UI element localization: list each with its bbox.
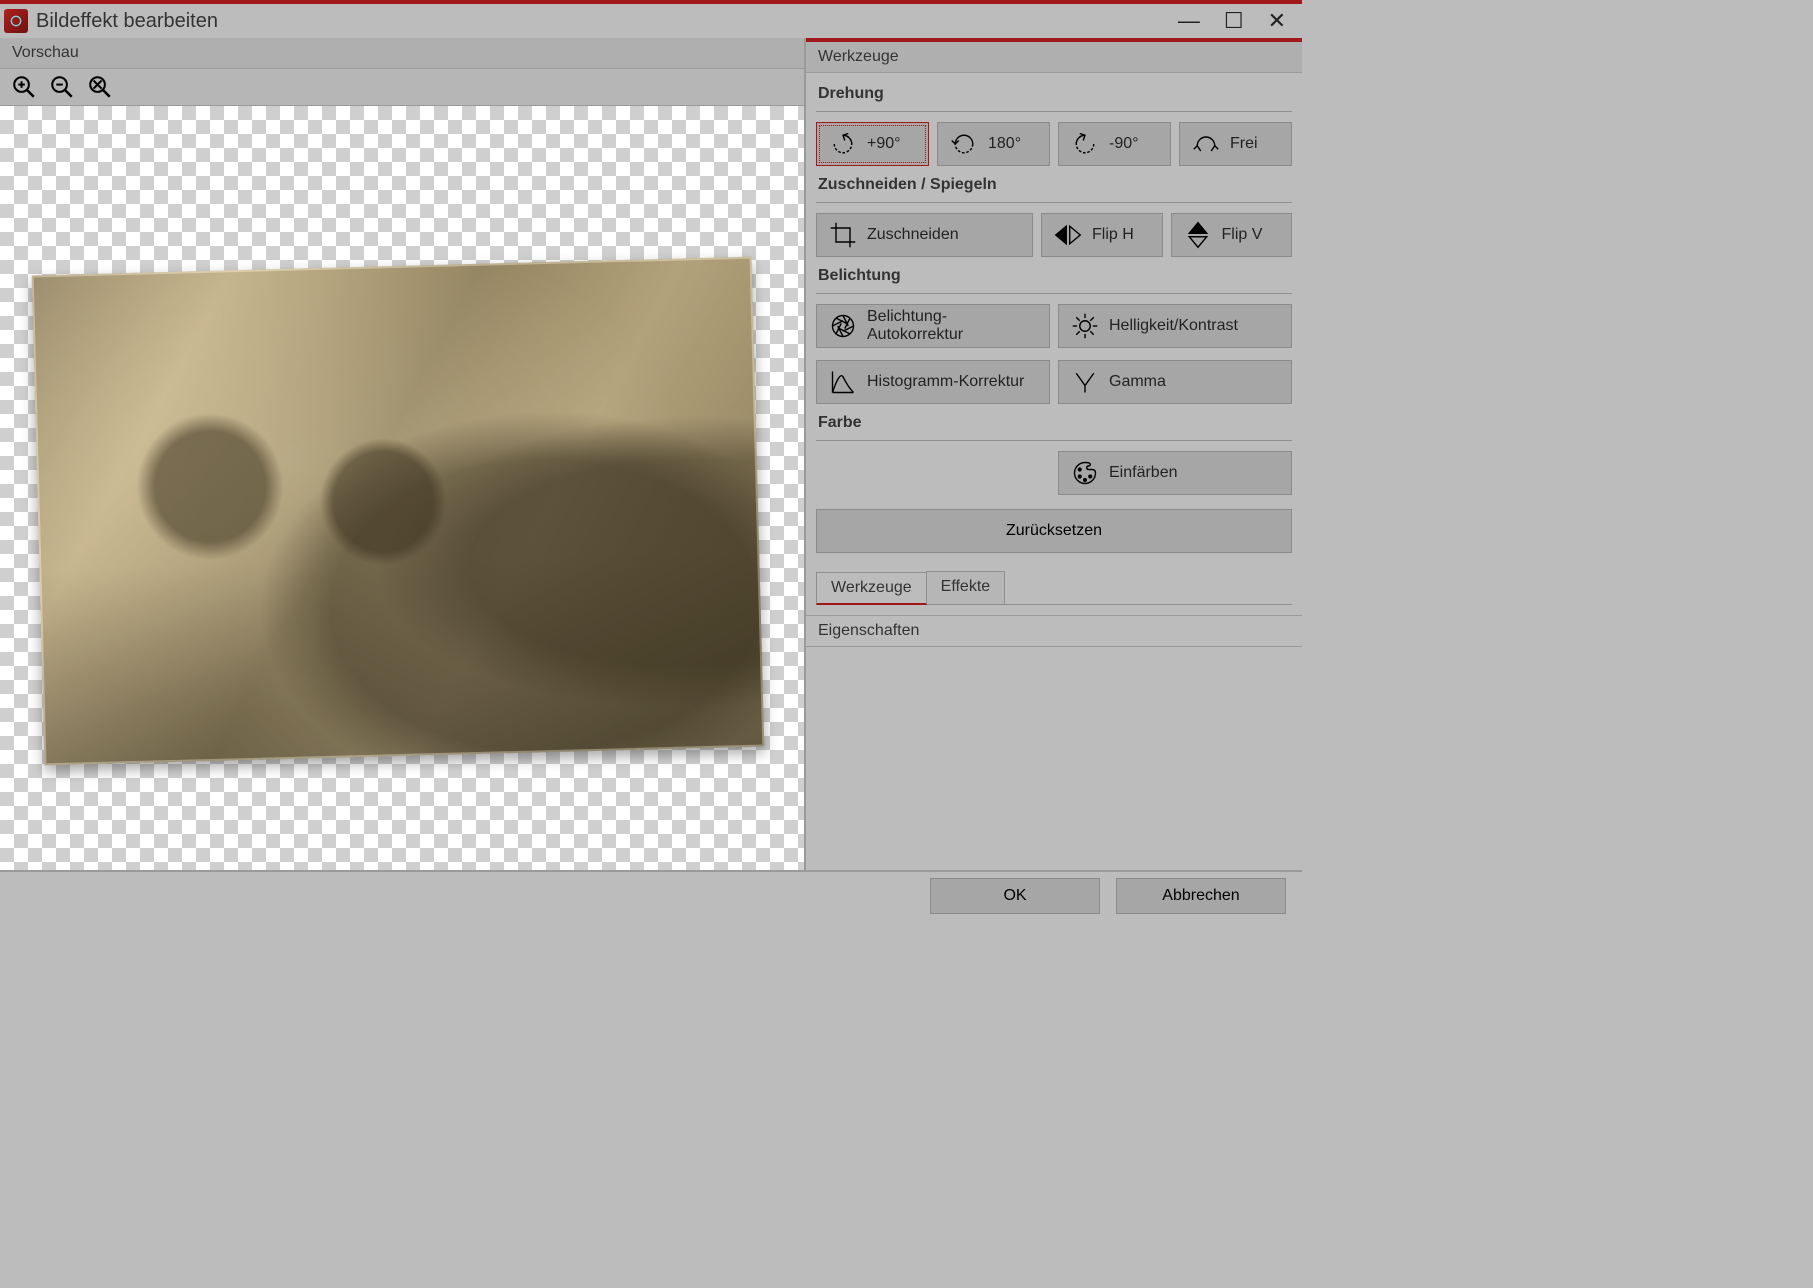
exposure-auto-button[interactable]: Belichtung-Autokorrektur <box>816 304 1050 348</box>
cancel-button[interactable]: Abbrechen <box>1116 878 1286 914</box>
rotate-minus90-button[interactable]: -90° <box>1058 122 1171 166</box>
palette-icon <box>1071 459 1099 487</box>
brightness-button[interactable]: Helligkeit/Kontrast <box>1058 304 1292 348</box>
preview-header: Vorschau <box>0 38 804 69</box>
crop-button[interactable]: Zuschneiden <box>816 213 1033 257</box>
flip-h-button[interactable]: Flip H <box>1041 213 1163 257</box>
brightness-label: Helligkeit/Kontrast <box>1109 317 1238 335</box>
flip-v-label: Flip V <box>1222 226 1263 244</box>
rotate-plus90-label: +90° <box>867 135 901 153</box>
tab-tools-label: Werkzeuge <box>831 579 912 596</box>
rotate-cw-icon <box>829 130 857 158</box>
gamma-button[interactable]: Gamma <box>1058 360 1292 404</box>
app-icon <box>4 9 28 33</box>
minimize-icon[interactable]: — <box>1178 10 1200 32</box>
histogram-label: Histogramm-Korrektur <box>867 373 1024 391</box>
window-title: Bildeffekt bearbeiten <box>36 10 1178 33</box>
preview-panel: Vorschau <box>0 38 804 870</box>
crop-icon <box>829 221 857 249</box>
rotate-free-icon <box>1192 130 1220 158</box>
flip-v-button[interactable]: Flip V <box>1171 213 1293 257</box>
sun-icon <box>1071 312 1099 340</box>
divider <box>816 440 1292 441</box>
flip-h-label: Flip H <box>1092 226 1134 244</box>
ok-label: OK <box>1003 887 1026 905</box>
maximize-icon[interactable]: ☐ <box>1224 10 1244 32</box>
tint-label: Einfärben <box>1109 464 1178 482</box>
ok-button[interactable]: OK <box>930 878 1100 914</box>
flip-h-icon <box>1054 221 1082 249</box>
cancel-label: Abbrechen <box>1162 887 1239 905</box>
zoom-toolbar <box>0 69 804 106</box>
tab-effects-label: Effekte <box>941 578 991 595</box>
close-icon[interactable]: ✕ <box>1268 10 1286 32</box>
rotate-plus90-button[interactable]: +90° <box>816 122 929 166</box>
rotate-180-icon <box>950 130 978 158</box>
histogram-icon <box>829 368 857 396</box>
properties-header: Eigenschaften <box>806 616 1302 647</box>
zoom-fit-icon[interactable] <box>86 73 114 101</box>
divider <box>816 293 1292 294</box>
zoom-in-icon[interactable] <box>10 73 38 101</box>
titlebar: Bildeffekt bearbeiten — ☐ ✕ <box>0 0 1302 38</box>
divider <box>816 111 1292 112</box>
rotate-180-label: 180° <box>988 135 1021 153</box>
tools-tabs: Werkzeuge Effekte <box>816 571 1292 605</box>
reset-button[interactable]: Zurücksetzen <box>816 509 1292 553</box>
tint-button[interactable]: Einfärben <box>1058 451 1292 495</box>
divider <box>816 202 1292 203</box>
section-color-title: Farbe <box>816 408 1292 434</box>
rotate-ccw-icon <box>1071 130 1099 158</box>
tools-panel: Werkzeuge Drehung +90° 180° -90° <box>804 38 1302 870</box>
canvas-area[interactable] <box>0 106 804 870</box>
section-rotation-title: Drehung <box>816 79 1292 105</box>
tab-effects[interactable]: Effekte <box>926 571 1006 604</box>
rotate-minus90-label: -90° <box>1109 135 1139 153</box>
flip-v-icon <box>1184 221 1212 249</box>
zoom-out-icon[interactable] <box>48 73 76 101</box>
tab-tools[interactable]: Werkzeuge <box>816 572 927 605</box>
gamma-icon <box>1071 368 1099 396</box>
properties-panel: Eigenschaften <box>806 615 1302 870</box>
rotate-180-button[interactable]: 180° <box>937 122 1050 166</box>
window-controls: — ☐ ✕ <box>1178 10 1296 32</box>
exposure-auto-label: Belichtung-Autokorrektur <box>867 308 1037 344</box>
gamma-label: Gamma <box>1109 373 1166 391</box>
preview-image <box>32 257 765 766</box>
crop-label: Zuschneiden <box>867 226 959 244</box>
section-crop-title: Zuschneiden / Spiegeln <box>816 170 1292 196</box>
tools-header: Werkzeuge <box>806 42 1302 73</box>
reset-label: Zurücksetzen <box>1006 522 1102 539</box>
rotate-free-button[interactable]: Frei <box>1179 122 1292 166</box>
section-exposure-title: Belichtung <box>816 261 1292 287</box>
dialog-footer: OK Abbrechen <box>0 870 1302 920</box>
rotate-free-label: Frei <box>1230 135 1258 153</box>
aperture-icon <box>829 312 857 340</box>
histogram-button[interactable]: Histogramm-Korrektur <box>816 360 1050 404</box>
